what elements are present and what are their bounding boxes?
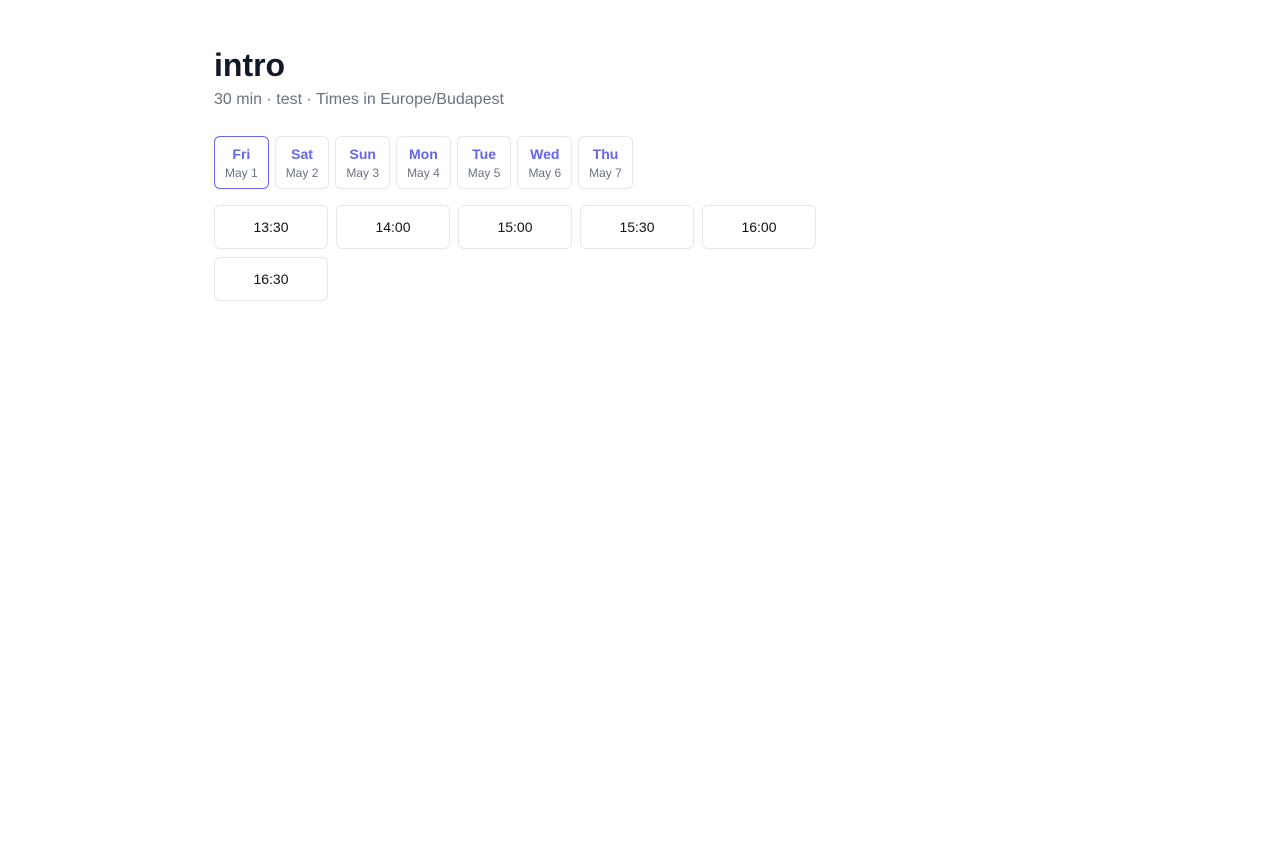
- day-name: Wed: [530, 145, 560, 162]
- day-date: May 2: [285, 165, 319, 180]
- day-button-mon[interactable]: Mon May 4: [396, 136, 451, 189]
- day-name: Thu: [592, 145, 619, 162]
- time-slot-grid: 13:30 14:00 15:00 15:30 16:00 16:30: [214, 205, 834, 301]
- day-name: Mon: [409, 145, 438, 162]
- day-button-wed[interactable]: Wed May 6: [517, 136, 573, 189]
- day-name: Sun: [349, 145, 376, 162]
- day-button-sat[interactable]: Sat May 2: [274, 136, 330, 189]
- time-slot-button[interactable]: 13:30: [214, 205, 328, 249]
- day-name: Tue: [472, 145, 497, 162]
- time-slot-button[interactable]: 14:00: [336, 205, 450, 249]
- event-subtitle: 30 min · test · Times in Europe/Budapest: [214, 91, 504, 108]
- time-slot-button[interactable]: 15:30: [580, 205, 694, 249]
- day-date: May 6: [528, 165, 562, 180]
- time-slot-button[interactable]: 15:00: [458, 205, 572, 249]
- time-slot-button[interactable]: 16:30: [214, 257, 328, 301]
- day-button-tue[interactable]: Tue May 5: [456, 136, 512, 189]
- time-slot-button[interactable]: 16:00: [702, 205, 816, 249]
- day-date: May 7: [589, 165, 622, 180]
- day-name: Fri: [232, 145, 251, 162]
- day-button-thu[interactable]: Thu May 7: [578, 136, 633, 189]
- day-button-fri[interactable]: Fri May 1: [214, 136, 269, 189]
- booking-page: intro 30 min · test · Times in Europe/Bu…: [214, 44, 834, 301]
- day-date: May 1: [225, 165, 258, 180]
- day-date: May 5: [467, 165, 501, 180]
- page-title: intro: [214, 47, 286, 83]
- day-button-sun[interactable]: Sun May 3: [335, 136, 391, 189]
- day-date: May 3: [346, 165, 380, 180]
- day-name: Sat: [291, 145, 313, 162]
- day-date: May 4: [407, 165, 440, 180]
- day-picker: Fri May 1 Sat May 2 Sun May 3 Mon May 4 …: [214, 136, 834, 189]
